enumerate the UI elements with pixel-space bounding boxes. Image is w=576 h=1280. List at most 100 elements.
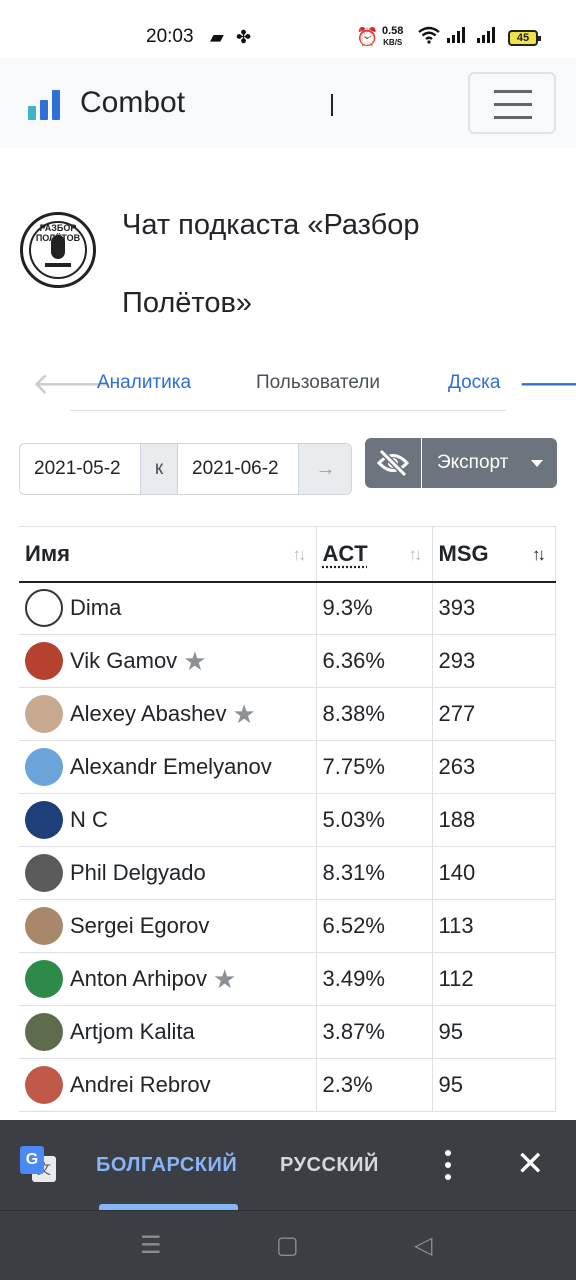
page-title: Чат подкаста «Разбор Полётов»	[122, 186, 542, 342]
avatar	[25, 748, 63, 786]
column-header-msg[interactable]: MSG ↑↓	[432, 527, 556, 582]
user-name[interactable]: Phil Delgyado	[70, 860, 206, 886]
avatar	[25, 642, 63, 680]
sort-desc-icon: ↑↓	[532, 545, 543, 565]
user-name-cell[interactable]: Alexandr Emelyanov	[19, 741, 316, 794]
msg-cell: 140	[432, 847, 556, 900]
table-row[interactable]: N C 5.03% 188	[19, 794, 556, 847]
chat-avatar: РАЗБОР ПОЛЁТОВ	[20, 212, 96, 288]
avatar	[25, 907, 63, 945]
date-separator: к	[140, 444, 178, 494]
avatar	[25, 1066, 63, 1104]
microphone-icon	[51, 235, 65, 259]
menu-toggle-button[interactable]	[468, 72, 556, 134]
export-dropdown-button[interactable]: Экспорт	[422, 438, 557, 488]
navbar: Combot	[0, 58, 576, 148]
act-cell: 7.75%	[316, 741, 432, 794]
target-language-tab[interactable]: РУССКИЙ	[280, 1154, 379, 1177]
sort-icon: ↑↓	[293, 545, 304, 565]
tab-analytics[interactable]: Аналитика	[97, 372, 191, 394]
table-row[interactable]: Alexey Abashev ★ 8.38% 277	[19, 688, 556, 741]
act-cell: 3.49%	[316, 953, 432, 1006]
wifi-icon	[418, 26, 440, 49]
status-bar: 20:03 ▰ ✤ ⏰ 0.58 KB/S 45	[0, 0, 576, 58]
msg-cell: 95	[432, 1006, 556, 1059]
table-row[interactable]: Andrei Rebrov 2.3% 95	[19, 1059, 556, 1112]
status-time: 20:03	[146, 26, 194, 48]
user-name-cell[interactable]: Phil Delgyado	[19, 847, 316, 900]
brand-name[interactable]: Combot	[80, 86, 185, 120]
act-cell: 8.31%	[316, 847, 432, 900]
user-name[interactable]: Sergei Egorov	[70, 913, 209, 939]
table-row[interactable]: Sergei Egorov 6.52% 113	[19, 900, 556, 953]
avatar	[25, 1013, 63, 1051]
user-name-cell[interactable]: Sergei Egorov	[19, 900, 316, 953]
eye-slash-icon	[365, 438, 421, 488]
user-name[interactable]: Andrei Rebrov	[70, 1072, 211, 1098]
user-name-cell[interactable]: Andrei Rebrov	[19, 1059, 316, 1112]
column-header-name[interactable]: Имя ↑↓	[19, 527, 316, 582]
table-row[interactable]: Alexandr Emelyanov 7.75% 263	[19, 741, 556, 794]
msg-cell: 277	[432, 688, 556, 741]
more-options-icon[interactable]	[436, 1148, 460, 1182]
arrow-right-icon[interactable]: 🡒	[518, 366, 576, 402]
msg-cell: 188	[432, 794, 556, 847]
user-name-cell[interactable]: N C	[19, 794, 316, 847]
act-cell: 6.36%	[316, 635, 432, 688]
table-row[interactable]: Artjom Kalita 3.87% 95	[19, 1006, 556, 1059]
star-icon: ★	[233, 699, 256, 730]
act-cell: 5.03%	[316, 794, 432, 847]
home-icon[interactable]: ▢	[276, 1231, 299, 1260]
signal-icon-2	[476, 26, 498, 49]
msg-cell: 112	[432, 953, 556, 1006]
user-name[interactable]: Artjom Kalita	[70, 1019, 195, 1045]
avatar	[25, 854, 63, 892]
avatar	[25, 960, 63, 998]
table-row[interactable]: Vik Gamov ★ 6.36% 293	[19, 635, 556, 688]
close-icon[interactable]: ✕	[516, 1146, 545, 1182]
act-cell: 8.38%	[316, 688, 432, 741]
table-row[interactable]: Phil Delgyado 8.31% 140	[19, 847, 556, 900]
table-row[interactable]: Anton Arhipov ★ 3.49% 112	[19, 953, 556, 1006]
act-cell: 6.52%	[316, 900, 432, 953]
alarm-icon: ⏰	[356, 26, 378, 48]
user-name[interactable]: Alexandr Emelyanov	[70, 754, 272, 780]
user-name-cell[interactable]: Anton Arhipov ★	[19, 953, 316, 1006]
user-name[interactable]: Dima	[70, 595, 121, 621]
fan-icon: ✤	[236, 26, 251, 48]
table-row[interactable]: Dima 9.3% 393	[19, 582, 556, 635]
user-name[interactable]: Vik Gamov	[70, 648, 177, 674]
back-icon[interactable]: ◁	[414, 1231, 432, 1260]
hide-button[interactable]	[365, 438, 421, 488]
star-icon: ★	[183, 646, 206, 677]
msg-cell: 393	[432, 582, 556, 635]
user-name[interactable]: N C	[70, 807, 108, 833]
user-name-cell[interactable]: Vik Gamov ★	[19, 635, 316, 688]
apply-dates-button[interactable]: →	[298, 444, 352, 494]
menu-icon[interactable]: ☰	[140, 1231, 162, 1260]
translate-bar: 文G БОЛГАРСКИЙ РУССКИЙ ✕	[0, 1120, 576, 1210]
tab-users[interactable]: Пользователи	[256, 372, 380, 394]
date-to-input[interactable]	[178, 444, 298, 494]
column-header-act[interactable]: ACT ↑↓	[316, 527, 432, 582]
sort-icon: ↑↓	[409, 545, 420, 565]
tab-board[interactable]: Доска	[448, 372, 506, 394]
source-language-tab[interactable]: БОЛГАРСКИЙ	[96, 1154, 237, 1177]
date-from-input[interactable]	[20, 444, 140, 494]
msg-cell: 263	[432, 741, 556, 794]
avatar	[25, 801, 63, 839]
user-name-cell[interactable]: Dima	[19, 582, 316, 635]
user-name[interactable]: Alexey Abashev	[70, 701, 227, 727]
user-name[interactable]: Anton Arhipov	[70, 966, 207, 992]
users-table: Имя ↑↓ ACT ↑↓ MSG ↑↓ Dima 9.3% 393 Vik Gamov ★ 6…	[19, 526, 556, 1112]
act-cell: 3.87%	[316, 1006, 432, 1059]
user-name-cell[interactable]: Alexey Abashev ★	[19, 688, 316, 741]
notification-icon: ▰	[210, 26, 224, 48]
google-translate-icon: 文G	[20, 1146, 56, 1182]
avatar	[25, 589, 63, 627]
text-cursor	[331, 94, 333, 116]
signal-icon-1	[446, 26, 468, 49]
system-nav-bar: ☰ ▢ ◁	[0, 1210, 576, 1280]
user-name-cell[interactable]: Artjom Kalita	[19, 1006, 316, 1059]
combot-logo-icon[interactable]	[28, 88, 60, 120]
